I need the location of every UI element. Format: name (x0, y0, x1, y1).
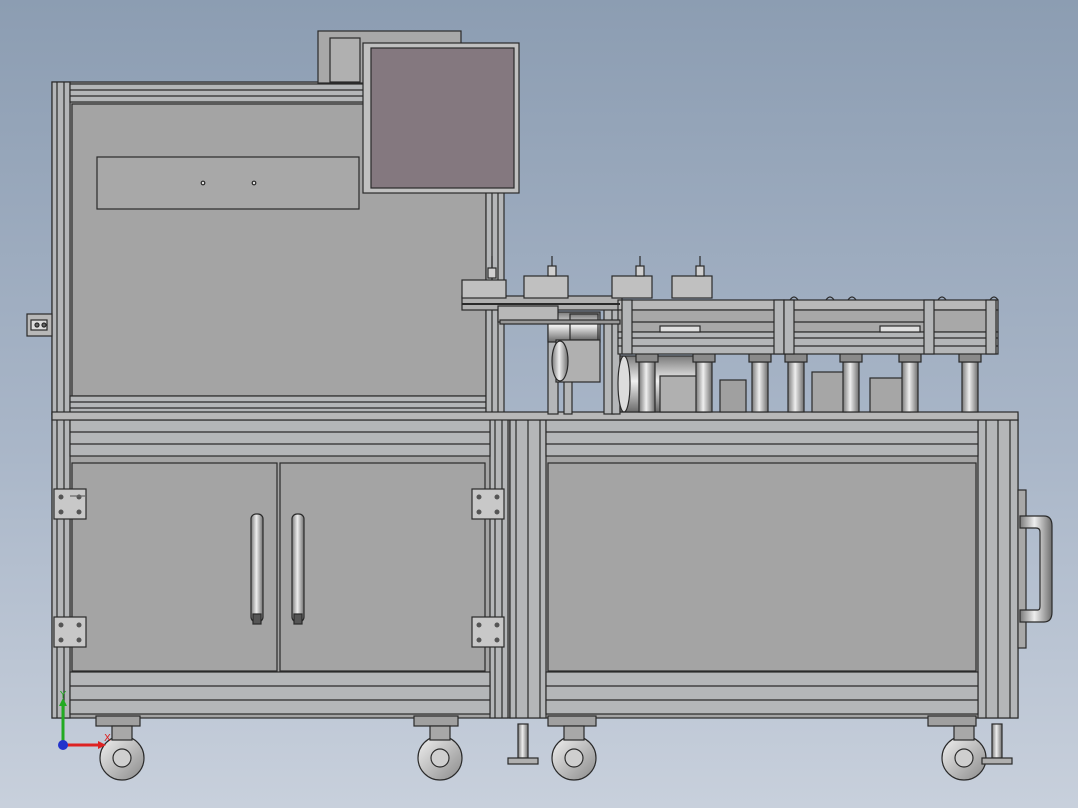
right-panel (547, 462, 977, 672)
z-axis-dot (58, 740, 68, 750)
x-axis-label: X (104, 733, 111, 744)
lower-right-cabinet (509, 413, 1053, 719)
left-door (71, 462, 278, 672)
machine-drawing: Y X (26, 30, 1053, 781)
lower-left-cabinet (51, 413, 511, 719)
table-top (51, 411, 1019, 421)
right-door (279, 462, 486, 672)
y-axis-label: Y (59, 690, 67, 701)
left-door-handle (250, 513, 264, 623)
casters (95, 715, 1013, 781)
conveyor-assembly (461, 256, 999, 415)
cad-viewport[interactable]: Y X (0, 0, 1078, 808)
right-door-handle (291, 513, 305, 623)
